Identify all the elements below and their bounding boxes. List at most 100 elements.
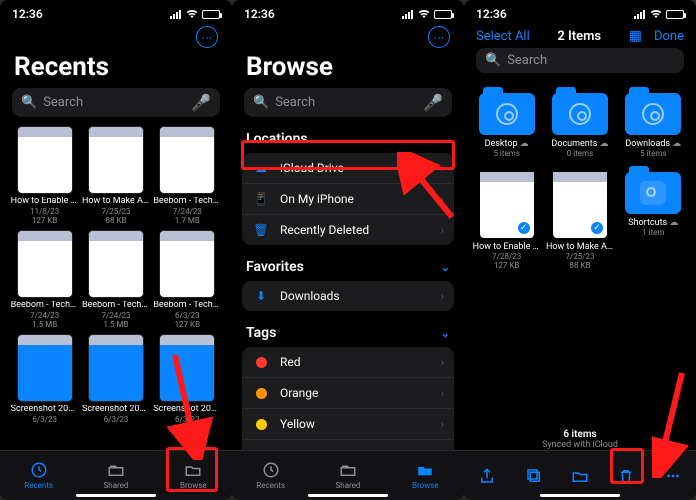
trash-button[interactable] [615, 467, 637, 485]
file-item[interactable]: How to Make AirPo…ebom ☁︎ 7/25/23 88 KB [81, 127, 150, 225]
tab-label: Recents [24, 481, 53, 490]
file-name: Screenshot 2023-…2 PM ☁︎ [153, 405, 221, 415]
file-item[interactable]: Screenshot 2023-…2 PM ☁︎ 6/3/23 [153, 335, 222, 424]
file-thumbnail [89, 231, 143, 297]
locations-list: ☁︎ iCloud Drive ›📱 On My iPhone ›🗑 Recen… [242, 153, 454, 245]
file-item[interactable]: ✓ How to Make AirPo…ebom 7/25/23 88 KB [545, 172, 614, 270]
file-item[interactable]: ✓ How to Enable & Use…ebom 7/28/23 127 K… [472, 172, 541, 270]
item-count: 6 items [464, 429, 696, 440]
more-button[interactable]: ⋯ [196, 26, 218, 48]
tab-browse[interactable]: Browse [387, 451, 464, 500]
cellular-icon [402, 9, 414, 19]
view-grid-icon[interactable]: ▦ [629, 28, 642, 44]
file-item[interactable]: Screenshot 2023-…2 PM ☁︎ 6/3/23 [10, 335, 79, 424]
location-row-iphone[interactable]: 📱 On My iPhone › [242, 184, 454, 215]
file-thumbnail: ✓ [553, 172, 607, 238]
folder-icon [625, 93, 681, 135]
screen-recents: 12:36 ⋯ Recents 🔍 Search 🎤 How to Enable… [0, 0, 232, 500]
tag-color-icon [252, 357, 270, 368]
cellular-icon [634, 9, 646, 19]
file-thumbnail [160, 335, 214, 401]
home-indicator[interactable] [308, 494, 388, 497]
file-name: Screenshot 2023-…2 PM ☁︎ [11, 405, 79, 415]
folder-icon [479, 93, 535, 135]
file-date: 7/24/23 [101, 311, 130, 320]
status-bar: 12:36 [0, 0, 232, 22]
home-indicator[interactable] [76, 494, 156, 497]
icloud-icon: ☁︎ [252, 161, 270, 175]
more-button[interactable]: ⋯ [428, 26, 450, 48]
shared-icon [338, 461, 358, 479]
file-date: 6/3/23 [104, 415, 129, 424]
tab-bar: Recents Shared Browse [232, 450, 464, 500]
file-size: 127 KB [32, 216, 57, 225]
status-bar: 12:36 [464, 0, 696, 22]
duplicate-button[interactable] [523, 467, 545, 485]
file-thumbnail [89, 335, 143, 401]
section-label: Favorites [246, 259, 304, 275]
section-label: Tags [246, 325, 276, 341]
file-name: Beebom - Tech…ers 2 ☁︎ [82, 301, 150, 311]
search-input[interactable]: 🔍 Search [476, 48, 684, 73]
file-item[interactable]: Beebom - Tech…ers 4 ☁︎ 7/24/23 1.7 MB [153, 127, 222, 225]
selection-check-icon: ✓ [517, 221, 531, 235]
tab-recents[interactable]: Recents [232, 451, 309, 500]
select-all-button[interactable]: Select All [476, 29, 530, 44]
move-button[interactable] [569, 467, 591, 485]
row-label: Red [280, 355, 431, 369]
file-name: Shortcuts ☁︎ [628, 218, 678, 228]
tags-header[interactable]: Tags ⌄ [232, 321, 464, 347]
share-button[interactable] [476, 467, 498, 485]
file-item[interactable]: Beebom - Tech…tters ☁︎ 6/3/23 127 KB [153, 231, 222, 329]
tag-row[interactable]: Orange › [242, 378, 454, 409]
page-title: Browse [232, 48, 464, 88]
file-size: 127 KB [494, 261, 519, 270]
file-name: Screenshot 2023-…2 PM ☁︎ [82, 405, 150, 415]
file-size: 1.5 MB [103, 320, 128, 329]
status-time: 12:36 [476, 7, 507, 21]
file-item[interactable]: Beebom - Tech…ers 3 ☁︎ 7/24/23 1.5 MB [10, 231, 79, 329]
done-button[interactable]: Done [654, 29, 684, 44]
search-input[interactable]: 🔍 Search 🎤 [12, 88, 220, 117]
search-input[interactable]: 🔍 Search 🎤 [244, 88, 452, 117]
folder-icon [552, 93, 608, 135]
file-thumbnail [160, 231, 214, 297]
location-row-trash[interactable]: 🗑 Recently Deleted › [242, 215, 454, 245]
folder-item[interactable]: Desktop ☁︎ 5 items [472, 93, 541, 158]
tab-shared[interactable]: Shared [77, 451, 154, 500]
folder-item[interactable]: Documents ☁︎ 0 items [545, 93, 614, 158]
chevron-right-icon: › [441, 224, 444, 237]
tab-browse[interactable]: Browse [155, 451, 232, 500]
chevron-down-icon: ⌄ [441, 133, 450, 146]
file-size: 88 KB [106, 216, 127, 225]
row-label: On My iPhone [280, 192, 431, 206]
favorites-header[interactable]: Favorites ⌄ [232, 255, 464, 281]
folder-item[interactable]: Downloads ☁︎ 5 items [619, 93, 688, 158]
file-item[interactable]: Shortcuts ☁︎ 1 item [619, 172, 688, 270]
tag-row[interactable]: Red › [242, 347, 454, 378]
favorites-list: ⬇︎ Downloads › [242, 281, 454, 311]
row-label: Downloads [280, 289, 431, 303]
home-indicator[interactable] [540, 494, 620, 497]
tab-shared[interactable]: Shared [309, 451, 386, 500]
wifi-icon [186, 9, 198, 19]
sync-status: Synced with iCloud [464, 440, 696, 450]
file-sub: 1 item [642, 228, 664, 237]
file-size: 127 KB [175, 320, 200, 329]
favorite-row[interactable]: ⬇︎ Downloads › [242, 281, 454, 311]
search-icon: 🔍 [253, 95, 269, 110]
cellular-icon [170, 9, 182, 19]
screen-selection: 12:36 Select All 2 Items ▦ Done 🔍 Search… [464, 0, 696, 500]
mic-icon[interactable]: 🎤 [423, 93, 443, 112]
file-item[interactable]: Screenshot 2023-…2 PM ☁︎ 6/3/23 [81, 335, 150, 424]
file-thumbnail [18, 335, 72, 401]
tag-row[interactable]: Yellow › [242, 409, 454, 440]
location-row-icloud[interactable]: ☁︎ iCloud Drive › [242, 153, 454, 184]
file-name: Beebom - Tech…ers 3 ☁︎ [11, 301, 79, 311]
tab-recents[interactable]: Recents [0, 451, 77, 500]
locations-header[interactable]: Locations ⌄ [232, 127, 464, 153]
mic-icon[interactable]: 🎤 [191, 93, 211, 112]
file-item[interactable]: Beebom - Tech…ers 2 ☁︎ 7/24/23 1.5 MB [81, 231, 150, 329]
more-button[interactable] [662, 467, 684, 485]
file-item[interactable]: How to Enable & Use…ebom ☁︎ 11/8/23 127 … [10, 127, 79, 225]
